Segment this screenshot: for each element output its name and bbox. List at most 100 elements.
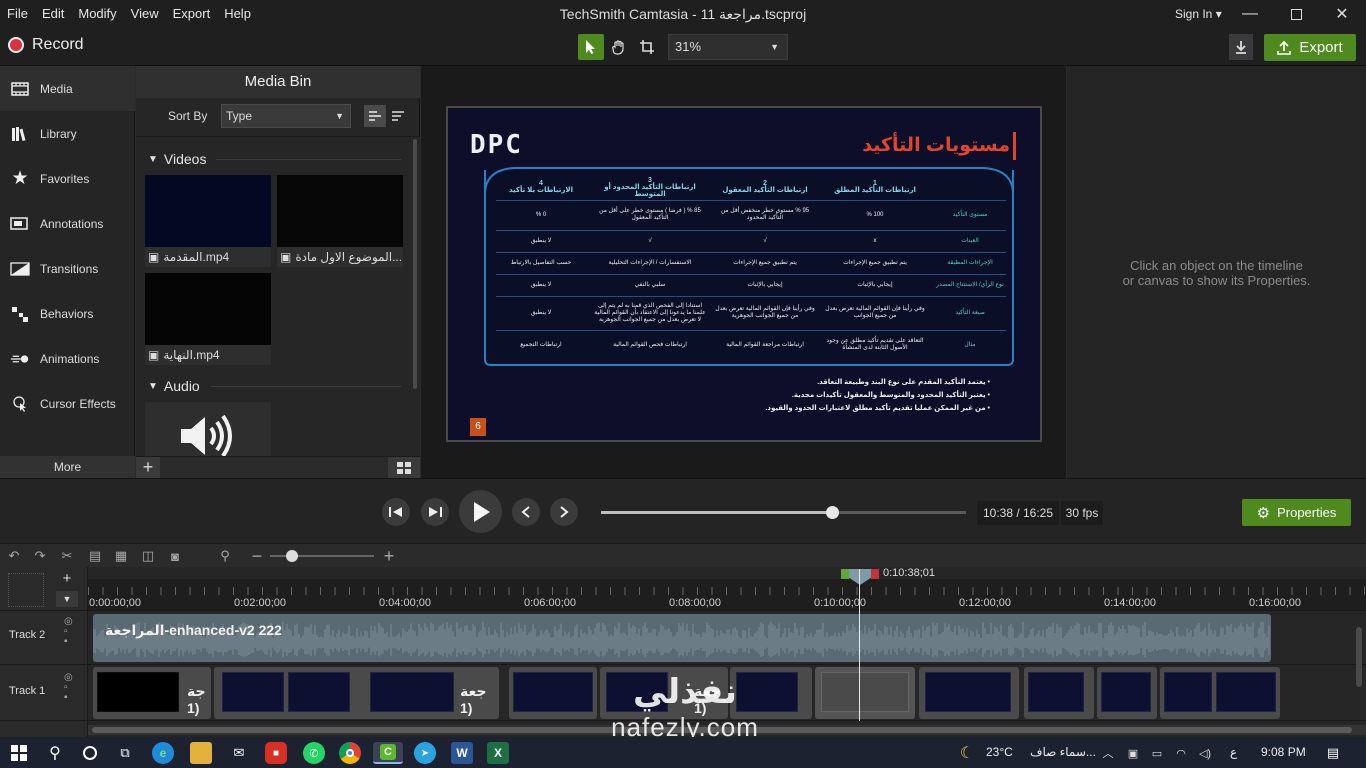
step-back-button[interactable] [382,498,410,526]
menu-help[interactable]: Help [217,0,258,28]
sort-by-dropdown[interactable]: Type ▼ [221,104,351,128]
sidebar-item-annotations[interactable]: Annotations [0,201,135,246]
media-item[interactable]: ▣ الموضوع الاول مادة... [277,175,403,267]
track-options-handle[interactable] [8,573,44,607]
step-forward-button[interactable] [421,498,449,526]
clock[interactable]: 9:08 PM [1261,745,1306,759]
record-button[interactable]: Record [8,36,84,54]
menu-view[interactable]: View [124,0,166,28]
video-clip[interactable]: جعة (1 [600,667,728,719]
video-clip[interactable]: جعة (1 [214,667,499,719]
sign-in-button[interactable]: Sign In ▾ [1175,0,1222,28]
sidebar-item-cursor-effects[interactable]: Cursor Effects [0,381,135,426]
telegram-app[interactable]: ➤ [414,742,436,764]
start-button[interactable] [8,742,30,764]
preview-canvas[interactable]: DPC مستويات التأكيد 1 ارتباطات التأكيد ا… [446,106,1042,442]
track-1-label[interactable]: Track 1 [9,685,45,697]
video-clip[interactable] [919,667,1019,719]
crop-tool[interactable] [634,34,660,60]
timeline-vertical-scrollbar[interactable] [1356,627,1362,687]
tray-overflow-button[interactable]: ︿ [1097,742,1119,764]
zoom-slider-handle[interactable] [286,550,298,562]
thumbnail-view-button[interactable] [388,457,420,479]
video-clip[interactable] [815,667,915,719]
video-clip[interactable] [1160,667,1280,719]
tray-volume[interactable]: ◁) [1194,742,1216,764]
import-media-button[interactable]: + [136,457,160,479]
copy-button[interactable]: ▤ [87,548,103,564]
zoom-out-button[interactable]: − [249,546,265,566]
track-2-label[interactable]: Track 2 [9,629,45,641]
zoom-dropdown[interactable]: 31% ▼ [668,34,788,60]
menu-modify[interactable]: Modify [71,0,123,28]
playhead-in-marker[interactable] [841,569,849,579]
timeline-zoom-slider[interactable] [270,550,374,562]
cut-button[interactable]: ✂ [59,548,75,564]
menu-edit[interactable]: Edit [35,0,71,28]
sidebar-item-animations[interactable]: Animations [0,336,135,381]
media-item[interactable]: ▣ المقدمة.mp4 [145,175,271,267]
sidebar-item-favorites[interactable]: ★ Favorites [0,156,135,201]
playback-scrubber[interactable] [601,506,966,519]
more-button[interactable]: More [0,456,135,478]
file-explorer-app[interactable] [190,742,212,764]
timeline-horizontal-scrollbar[interactable] [88,725,1366,735]
track-2-visibility-icon[interactable]: ◎ ▫ ▪ [64,617,73,647]
videos-section-header[interactable]: ▼ Videos [148,151,206,167]
next-marker-button[interactable] [550,498,578,526]
excel-app[interactable]: X [487,742,509,764]
video-clip[interactable] [1097,667,1157,719]
sidebar-item-media[interactable]: Media [0,66,135,111]
audio-section-header[interactable]: ▼ Audio [148,378,200,394]
play-button[interactable] [459,490,502,533]
mail-app[interactable]: ✉ [228,742,250,764]
zoom-search-button[interactable]: ⚲ [217,548,233,564]
tray-network[interactable]: ◠ [1170,742,1192,764]
audio-clip[interactable]: المراجعة-enhanced-v2 222 [93,614,1271,662]
undo-button[interactable]: ↶ [6,548,22,564]
search-button[interactable]: ⚲ [44,742,66,764]
word-app[interactable]: W [451,742,473,764]
redo-button[interactable]: ↷ [32,548,48,564]
scrollbar-thumb[interactable] [92,727,1352,733]
cortana-button[interactable] [79,742,101,764]
scrubber-handle[interactable] [825,506,839,519]
zoom-in-button[interactable]: + [381,546,397,566]
menu-file[interactable]: File [0,0,35,28]
properties-button[interactable]: ⚙ Properties [1242,499,1351,526]
minimize-button[interactable]: — [1227,0,1273,28]
audio-item[interactable] [145,402,271,456]
maximize-button[interactable] [1273,0,1319,28]
track-1-visibility-icon[interactable]: ◎ ▫ ▪ [64,673,73,703]
close-button[interactable]: ✕ [1319,0,1365,28]
details-view-button[interactable] [364,105,386,127]
split-button[interactable]: ◫ [140,548,156,564]
sidebar-item-library[interactable]: Library [0,111,135,156]
video-app[interactable]: ■ [265,742,287,764]
input-language[interactable]: ع [1230,745,1237,759]
add-track-button[interactable]: + [56,571,78,587]
video-clip[interactable]: جة (1 [93,667,211,719]
collapse-tracks-button[interactable]: ▼ [56,591,78,607]
tray-app-icon[interactable]: ▣ [1122,742,1144,764]
download-button[interactable] [1229,34,1253,60]
previous-marker-button[interactable] [512,498,540,526]
chrome-app[interactable] [339,742,361,764]
notifications-button[interactable]: ▤ [1322,742,1344,764]
sidebar-item-behaviors[interactable]: Behaviors [0,291,135,336]
camtasia-app[interactable]: C [373,742,403,764]
video-clip[interactable] [1024,667,1094,719]
select-tool[interactable] [578,34,604,60]
snapshot-button[interactable]: ◙ [167,548,183,564]
media-item[interactable]: ▣ النهاية.mp4 [145,273,271,365]
paste-button[interactable]: ▦ [113,548,129,564]
menu-export[interactable]: Export [166,0,218,28]
video-clip[interactable] [730,667,812,719]
task-view-button[interactable]: ⧉ [114,742,136,764]
playhead-out-marker[interactable] [871,569,879,579]
edge-app[interactable]: e [152,742,174,764]
export-button[interactable]: Export [1264,34,1356,61]
whatsapp-app[interactable]: ✆ [303,742,325,764]
sidebar-item-transitions[interactable]: Transitions [0,246,135,291]
timeline-ruler[interactable]: 0:00:00;00 0:02:00;00 0:04:00;00 0:06:00;00… [88,579,1366,610]
